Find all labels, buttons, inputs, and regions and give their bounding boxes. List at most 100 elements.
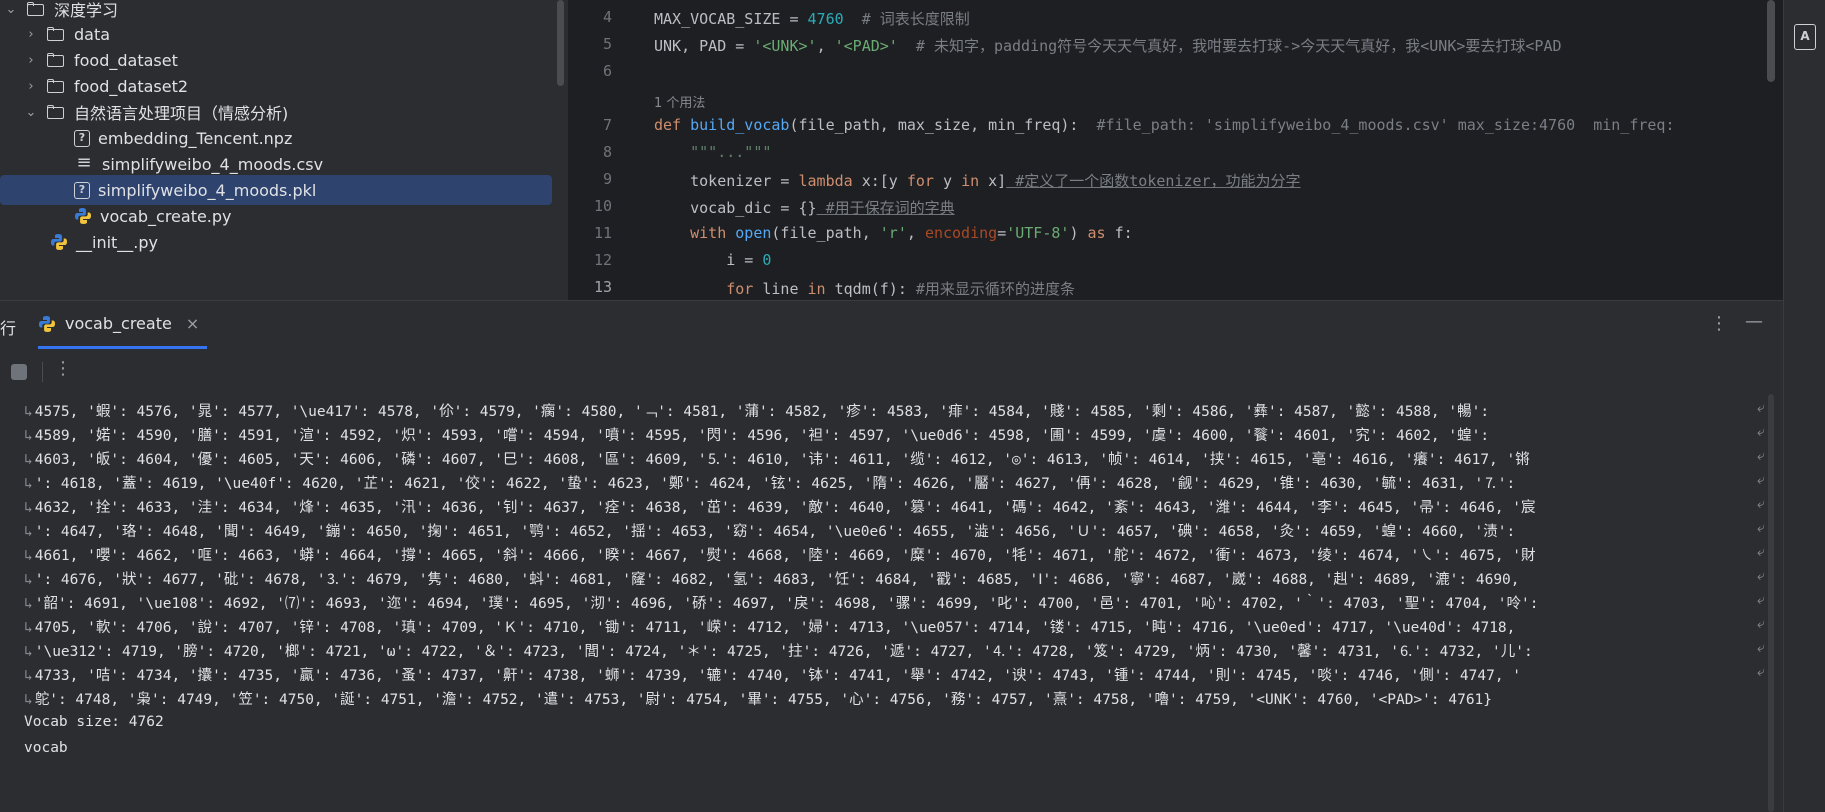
chevron-right-icon[interactable]: › [24,27,38,42]
wrap-start-icon: ↳ [24,692,33,708]
tab-vocab-create[interactable]: vocab_create × [38,301,208,349]
editor-scrollbar[interactable] [1767,0,1775,82]
folder-icon [26,0,46,18]
soft-wrap-icon: ⤶ [1757,544,1765,560]
code-line-7[interactable]: def build_vocab(file_path, max_size, min… [654,116,1674,134]
code-line-9[interactable]: tokenizer = lambda x:[y for y in x] #定义了… [654,170,1300,191]
tree-item-label: food_dataset [74,50,178,70]
wrap-start-icon: ↳ [24,620,33,636]
python-file-icon [75,208,91,224]
line-number: 5 [602,35,612,53]
code-line-13[interactable]: for line in tqdm(f): #用来显示循环的进度条 [654,278,1075,299]
wrap-start-icon: ↳ [24,548,33,564]
tree-item-label: __init__.py [76,232,159,252]
soft-wrap-icon: ⤶ [1757,472,1765,488]
soft-wrap-icon: ⤶ [1757,568,1765,584]
code-editor[interactable]: 4 5 6 7 8 9 10 11 12 13 MAX_VOCAB_SIZE =… [568,0,1783,300]
ai-assistant-icon[interactable]: A [1794,24,1816,50]
tree-item-label: embedding_Tencent.npz [98,128,293,148]
soft-wrap-icon: ⤶ [1757,616,1765,632]
folder-icon [46,77,66,95]
tree-item-label: vocab_create.py [100,206,232,226]
line-number: 4 [602,8,612,26]
tree-item-init[interactable]: __init__.py [0,227,568,257]
wrap-start-icon: ↳ [24,428,33,444]
wrap-start-icon: ↳ [24,668,33,684]
stop-icon[interactable] [11,364,27,380]
project-tree: ⌄ 深度学习 › data › food_dataset › food_data… [0,0,568,300]
tree-item-label: food_dataset2 [74,76,189,96]
wrap-start-icon: ↳ [24,524,33,540]
tree-item-label: simplifyweibo_4_moods.pkl [98,180,317,200]
chevron-down-icon[interactable]: ⌄ [24,105,38,120]
console-line: ↳ '\ue312': 4719, '膀': 4720, '榔': 4721, '… [24,644,1533,660]
wrap-start-icon: ↳ [24,572,33,588]
more-icon[interactable]: ⋮ [54,358,72,379]
unknown-file-icon: ? [74,181,90,199]
console-output[interactable]: ↳ 4575, '蝦': 4576, '晁': 4577, '\ue417': 4… [0,394,1783,812]
soft-wrap-icon: ⤶ [1757,520,1765,536]
folder-icon [46,103,66,121]
code-line-8[interactable]: """...""" [654,143,771,161]
tree-item-label: 深度学习 [54,1,119,20]
wrap-start-icon: ↳ [24,644,33,660]
console-line: ↳ 4575, '蝦': 4576, '晁': 4577, '\ue417': 4… [24,404,1490,420]
code-line-10[interactable]: vocab_dic = {} #用于保存词的字典 [654,197,955,218]
soft-wrap-icon: ⤶ [1757,592,1765,608]
chevron-right-icon[interactable]: › [24,79,38,94]
toolbar-divider [42,362,43,382]
chevron-down-icon[interactable]: ⌄ [4,2,18,17]
text-file-icon: ≡ [76,152,92,173]
line-number: 11 [593,224,612,242]
run-panel-title: 行 [0,319,17,338]
console-line: ↳ 4632, '拴': 4633, '洼': 4634, '烽': 4635, … [24,500,1536,516]
console-line: ↳ ': 4676, '狀': 4677, '砒': 4678, '⒊': 467… [24,572,1520,588]
folder-icon [46,25,66,43]
minimize-icon[interactable]: — [1745,311,1763,332]
code-line-4[interactable]: MAX_VOCAB_SIZE = 4760 # 词表长度限制 [654,8,970,29]
console-line: ↳ '韶': 4691, '\ue108': 4692, '⑺': 4693, '… [24,596,1539,612]
console-line: Vocab size: 4762 [24,714,164,730]
right-tool-strip: A [1783,0,1825,812]
line-number: 12 [593,251,612,269]
code-line-5[interactable]: UNK, PAD = '<UNK>', '<PAD>' # 未知字，paddin… [654,35,1562,56]
wrap-start-icon: ↳ [24,476,33,492]
tree-scrollbar[interactable] [557,0,564,86]
soft-wrap-icon: ⤶ [1757,424,1765,440]
soft-wrap-icon: ⤶ [1757,496,1765,512]
console-line: ↳ 4589, '婼': 4590, '膳': 4591, '渲': 4592, … [24,428,1490,444]
line-number: 13 [593,278,612,296]
code-line-12[interactable]: i = 0 [654,251,771,269]
usage-hint[interactable]: 1 个用法 [654,92,705,111]
wrap-start-icon: ↳ [24,500,33,516]
run-panel-header: 行 vocab_create × ⋮ — [0,300,1783,350]
tree-item-label: data [74,24,111,44]
python-file-icon [39,315,55,332]
console-line: ↳ ': 4647, '珞': 4648, '聞': 4649, '鏰': 465… [24,524,1516,540]
line-number: 6 [602,62,612,80]
unknown-file-icon: ? [74,129,90,147]
close-icon[interactable]: × [186,314,199,333]
console-line: vocab [24,740,68,756]
console-line: ↳ 4733, '咭': 4734, '攮': 4735, '贏': 4736, … [24,668,1522,684]
line-number: 8 [602,143,612,161]
tab-label: vocab_create [65,314,172,333]
wrap-start-icon: ↳ [24,596,33,612]
line-number: 10 [593,197,612,215]
console-line: ↳ 4661, '嚶': 4662, '哐': 4663, '蟒': 4664, … [24,548,1536,564]
console-line: ↳ 4603, '皈': 4604, '優': 4605, '天': 4606, … [24,452,1530,468]
python-file-icon [51,234,67,250]
soft-wrap-icon: ⤶ [1757,664,1765,680]
tree-item-label: 自然语言处理项目（情感分析) [74,104,289,123]
tree-item-label: simplifyweibo_4_moods.csv [102,154,324,174]
more-icon[interactable]: ⋮ [1710,313,1728,334]
console-line: ↳ 4705, '軟': 4706, '說': 4707, '锌': 4708, … [24,620,1516,636]
line-number: 7 [602,116,612,134]
run-toolbar: ⋮ [0,350,1783,394]
soft-wrap-icon: ⤶ [1757,448,1765,464]
soft-wrap-icon: ⤶ [1757,640,1765,656]
console-line: ↳ ': 4618, '蓋': 4619, '\ue40f': 4620, '芷'… [24,476,1516,492]
chevron-right-icon[interactable]: › [24,53,38,68]
code-line-11[interactable]: with open(file_path, 'r', encoding='UTF-… [654,224,1133,242]
console-scrollbar[interactable] [1768,394,1774,812]
